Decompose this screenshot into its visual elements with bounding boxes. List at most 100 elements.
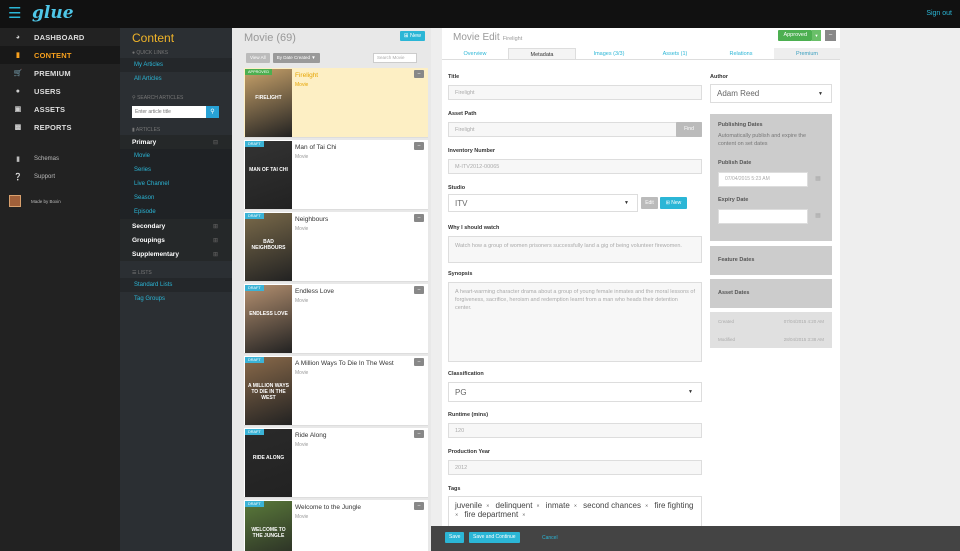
expand-icon[interactable]: ⊞	[213, 251, 218, 258]
studio-select[interactable]: ITV ▼	[448, 194, 638, 212]
nav-content[interactable]: ▮ CONTENT	[0, 46, 120, 64]
group-secondary[interactable]: Secondary ⊞	[120, 219, 232, 233]
question-icon: ❔	[13, 174, 23, 181]
runtime-input[interactable]: 120	[448, 423, 702, 438]
expand-icon[interactable]: ⊞	[213, 237, 218, 244]
nav-reports[interactable]: ▩ REPORTS	[0, 118, 120, 136]
movie-card[interactable]: MAN OF TAI CHI DRAFT Man of Tai Chi Movie –	[244, 140, 428, 210]
card-menu-button[interactable]: –	[414, 358, 424, 366]
collapse-button[interactable]: –	[825, 30, 836, 41]
movie-card[interactable]: WELCOME TO THE JUNGLE DRAFT Welcome to the…	[244, 500, 428, 551]
quick-link-all-articles[interactable]: All Articles	[120, 72, 232, 86]
search-movie-input[interactable]: Search Movie	[373, 53, 417, 63]
group-supplementary[interactable]: Supplementary ⊞	[120, 247, 232, 261]
tab-images[interactable]: Images (3/3)	[576, 48, 642, 59]
tag-chip[interactable]: delinquent	[496, 501, 533, 510]
calendar-icon[interactable]: ▦	[811, 173, 825, 186]
movie-card[interactable]: RIDE ALONG DRAFT Ride Along Movie –	[244, 428, 428, 498]
card-menu-button[interactable]: –	[414, 430, 424, 438]
tab-metadata[interactable]: Metadata	[508, 48, 576, 59]
group-groupings[interactable]: Groupings ⊞	[120, 233, 232, 247]
view-all-button[interactable]: View All	[246, 53, 270, 63]
publish-date-input[interactable]: 07/04/2015 5:23 AM ▦	[718, 172, 821, 187]
article-search-input[interactable]	[132, 106, 206, 118]
card-type: Movie	[295, 514, 309, 520]
movie-card[interactable]: BAD NEIGHBOURS DRAFT Neighbours Movie –	[244, 212, 428, 282]
status-button[interactable]: Approved	[778, 30, 812, 41]
expand-icon[interactable]: ⊞	[213, 223, 218, 230]
tab-premium[interactable]: Premium	[774, 48, 840, 59]
synopsis-textarea[interactable]: A heart-warming character drama about a …	[448, 282, 702, 362]
collapse-icon[interactable]: ⊟	[213, 139, 218, 146]
remove-tag-icon[interactable]: ✕	[536, 503, 539, 508]
runtime-label: Runtime (mins)	[448, 412, 489, 418]
inventory-input[interactable]: M-ITV2012-00065	[448, 159, 702, 174]
sign-out-link[interactable]: Sign out	[926, 10, 952, 17]
card-title: Neighbours	[295, 216, 329, 223]
nav-dashboard[interactable]: ◕ DASHBOARD	[0, 28, 120, 46]
why-watch-textarea[interactable]: Watch how a group of women prisoners suc…	[448, 236, 702, 263]
author-select[interactable]: Adam Reed ▼	[710, 84, 832, 103]
new-movie-button[interactable]: ⊞ New	[399, 31, 425, 41]
date-info: Created 07/04/2015 4:20 AM Modified 28/04/…	[710, 312, 832, 348]
movie-card[interactable]: A MILLION WAYS TO DIE IN THE WEST DRAFT A …	[244, 356, 428, 426]
chevron-down-icon[interactable]: ▼	[812, 30, 821, 41]
category-season[interactable]: Season	[120, 191, 232, 205]
modified-row: Modified 28/04/2015 3:38 AM	[710, 330, 832, 348]
tag-chip[interactable]: second chances	[583, 501, 641, 510]
movie-card[interactable]: ENDLESS LOVE DRAFT Endless Love Movie –	[244, 284, 428, 354]
movie-card[interactable]: FIRELIGHT APPROVED Firelight Movie –	[244, 68, 428, 138]
studio-edit-button[interactable]: Edit	[641, 197, 658, 209]
remove-tag-icon[interactable]: ✕	[455, 512, 458, 517]
search-icon[interactable]: ⚲	[206, 106, 219, 118]
made-by[interactable]: Made by Boxin	[0, 192, 120, 210]
card-menu-button[interactable]: –	[414, 286, 424, 294]
nav-schemas[interactable]: ▮ Schemas	[0, 150, 120, 168]
app-logo[interactable]: glue	[32, 3, 74, 23]
category-movie[interactable]: Movie	[120, 149, 232, 163]
category-series[interactable]: Series	[120, 163, 232, 177]
tag-chip[interactable]: fire department	[464, 510, 518, 519]
quick-link-my-articles[interactable]: My Articles	[120, 58, 232, 72]
list-standard-lists[interactable]: Standard Lists	[120, 278, 232, 292]
tag-chip[interactable]: juvenile	[455, 501, 482, 510]
category-live-channel[interactable]: Live Channel	[120, 177, 232, 191]
studio-new-button[interactable]: ⊞ New	[660, 197, 687, 209]
menu-icon[interactable]: ☰	[8, 6, 21, 21]
classification-select[interactable]: PG ▼	[448, 382, 702, 402]
nav-premium[interactable]: 🛒 PREMIUM	[0, 64, 120, 82]
calendar-icon[interactable]: ▦	[811, 210, 825, 223]
asset-path-input[interactable]: Firelight	[448, 122, 702, 137]
tag-chip[interactable]: inmate	[546, 501, 570, 510]
card-menu-button[interactable]: –	[414, 70, 424, 78]
nav-users[interactable]: ● USERS	[0, 82, 120, 100]
made-by-label: Made by Boxin	[31, 198, 61, 204]
group-primary[interactable]: Primary ⊟	[120, 135, 232, 149]
expiry-date-input[interactable]: ▦	[718, 209, 821, 224]
nav-assets[interactable]: ▣ ASSETS	[0, 100, 120, 118]
asset-dates-box[interactable]: Asset Dates	[710, 279, 832, 308]
tab-relations[interactable]: Relations	[708, 48, 774, 59]
remove-tag-icon[interactable]: ✕	[574, 503, 577, 508]
movie-poster: ENDLESS LOVE	[245, 285, 292, 353]
tag-chip[interactable]: fire fighting	[654, 501, 693, 510]
list-tag-groups[interactable]: Tag Groups	[120, 292, 232, 306]
year-input[interactable]: 2012	[448, 460, 702, 475]
remove-tag-icon[interactable]: ✕	[522, 512, 525, 517]
save-button[interactable]: Save	[445, 532, 465, 543]
cancel-link[interactable]: Cancel	[542, 535, 558, 541]
remove-tag-icon[interactable]: ✕	[645, 503, 648, 508]
card-menu-button[interactable]: –	[414, 142, 424, 150]
card-menu-button[interactable]: –	[414, 214, 424, 222]
find-button[interactable]: Find	[676, 122, 702, 137]
category-episode[interactable]: Episode	[120, 205, 232, 219]
save-continue-button[interactable]: Save and Continue	[469, 532, 520, 543]
nav-support[interactable]: ❔ Support	[0, 168, 120, 186]
title-input[interactable]: Firelight	[448, 85, 702, 100]
remove-tag-icon[interactable]: ✕	[486, 503, 489, 508]
tab-overview[interactable]: Overview	[442, 48, 508, 59]
sort-dropdown[interactable]: By Date Created ▼	[272, 53, 320, 63]
card-menu-button[interactable]: –	[414, 502, 424, 510]
tab-assets[interactable]: Assets (1)	[642, 48, 708, 59]
feature-dates-box[interactable]: Feature Dates	[710, 246, 832, 275]
